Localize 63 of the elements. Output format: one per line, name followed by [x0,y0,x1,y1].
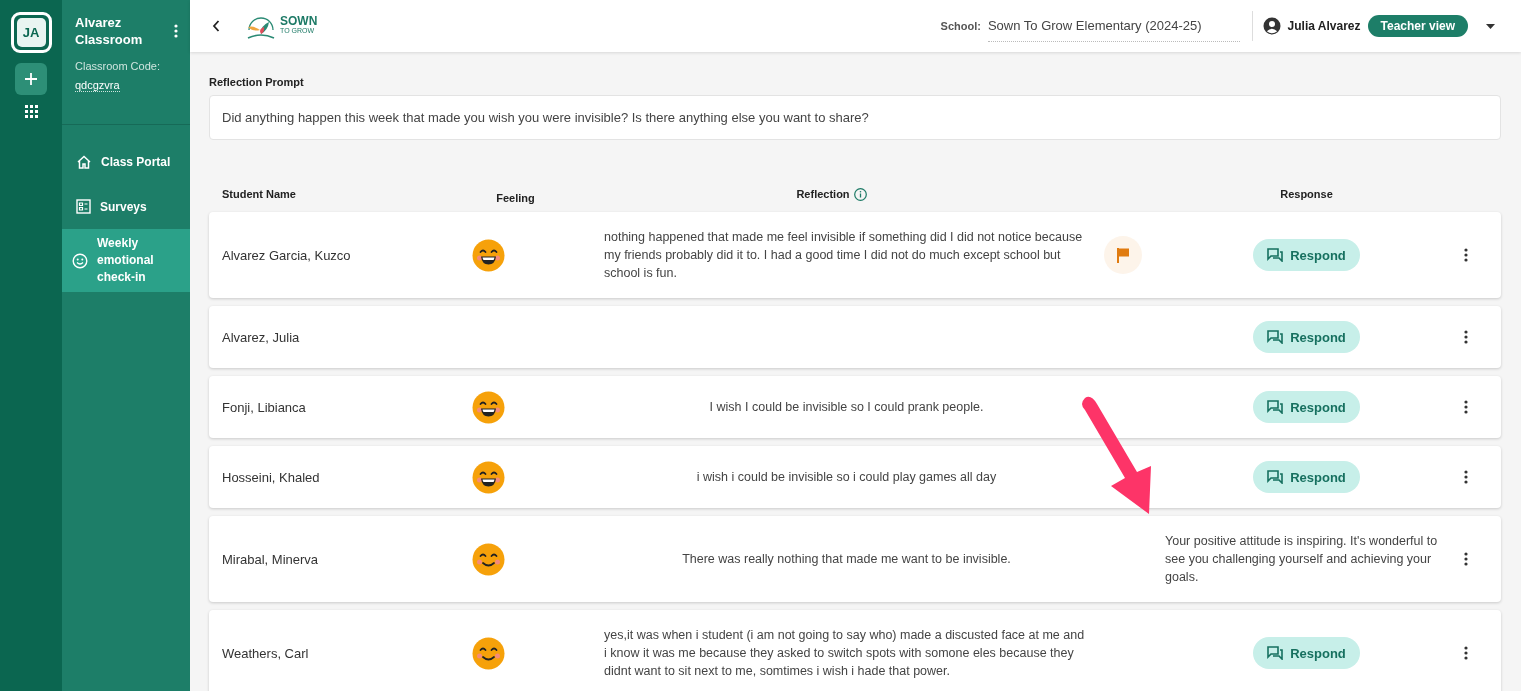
info-icon[interactable] [853,187,867,201]
home-icon [76,153,92,170]
more-options-icon[interactable] [1464,552,1468,566]
chat-bubbles-icon [1267,400,1285,414]
more-options-icon[interactable] [1464,330,1468,344]
student-name: Weathers, Carl [222,645,310,661]
plus-icon [24,72,38,86]
more-options-icon[interactable] [1464,470,1468,484]
column-header: Reflection [796,188,850,200]
reflection-text: yes,it was when i student (i am not going to say who) made a discusted face at me and i know it was me because they asked to switch spots with somone eles because they didnt want to sit next to me, somtimes i wish i hade that power. [604,627,1086,680]
column-header: Response [1279,188,1334,200]
smiling-face-icon [472,636,505,670]
respond-button[interactable]: Respond [1253,239,1360,271]
school-label: School: [940,20,981,32]
grinning-face-icon [472,390,505,424]
add-classroom-button[interactable] [15,63,47,95]
reflection-text: There was really nothing that made me want to be invisible. [682,551,1011,568]
student-name: Alvarez, Julia [222,329,301,345]
sidebar-item[interactable]: Weekly emotional check-in [62,229,190,292]
prompt-label: Reflection Prompt [209,76,305,88]
respond-button[interactable]: Respond [1253,637,1360,669]
dropdown-caret-icon[interactable] [1486,23,1495,29]
classroom-code[interactable]: qdcgzvra [75,79,120,92]
respond-button[interactable]: Respond [1253,321,1360,353]
student-name: Fonji, Libianca [222,399,307,415]
reflection-text: I wish I could be invisible so I could prank people. [709,399,984,416]
classroom-avatar[interactable]: JA [16,18,46,47]
classroom-code-label: Classroom Code: [75,60,161,72]
smiley-icon [72,252,88,269]
reflection-text: nothing happened that made me feel invisible if something did I did not notice because my friends probably did it to. I had a good time I did not do much except school but school is fun. [604,229,1084,282]
sidebar-item[interactable]: Surveys [62,184,190,229]
logo-wordmark: SOWN [280,16,318,26]
chat-bubbles-icon [1267,470,1285,484]
more-options-icon[interactable] [1464,400,1468,414]
chat-bubbles-icon [1267,248,1285,262]
grinning-face-icon [472,460,505,494]
user-account-icon [1262,17,1281,35]
more-options-icon[interactable] [1464,248,1468,262]
student-name: Hosseini, Khaled [222,469,321,485]
teacher-view-badge: Teacher view [1367,15,1468,37]
student-name: Alvarez Garcia, Kuzco [222,247,352,263]
response-text: Your positive attitude is inspiring. It's wonderful to see you challenging yourself and achieving your goals. [1164,533,1439,586]
respond-button[interactable]: Respond [1253,461,1360,493]
survey-icon [76,199,91,214]
flag-icon [1116,247,1130,263]
flag-button[interactable] [1104,236,1142,274]
chat-bubbles-icon [1267,330,1285,344]
smiling-face-icon [472,542,505,576]
student-name: Mirabal, Minerva [222,551,320,567]
more-options-icon[interactable] [1464,646,1468,660]
classroom-name: Alvarez Classroom [75,14,144,48]
grinning-face-icon [472,238,505,272]
chat-bubbles-icon [1267,646,1285,660]
reflection-prompt-text: Did anything happen this week that made you wish you were invisible? Is there anything else you want to share? [209,95,1501,140]
column-header: Feeling [495,192,536,204]
apps-grid-icon[interactable] [24,105,38,118]
column-header: Student Name [222,188,297,200]
sidebar-item[interactable]: Class Portal [62,139,190,184]
school-selector[interactable]: Sown To Grow Elementary (2024-25) [987,18,1240,42]
reflection-text: i wish i could be invisible so i could play games all day [696,469,997,486]
respond-button[interactable]: Respond [1253,391,1360,423]
user-name: Julia Alvarez [1287,19,1361,33]
back-chevron-icon[interactable] [212,20,220,32]
